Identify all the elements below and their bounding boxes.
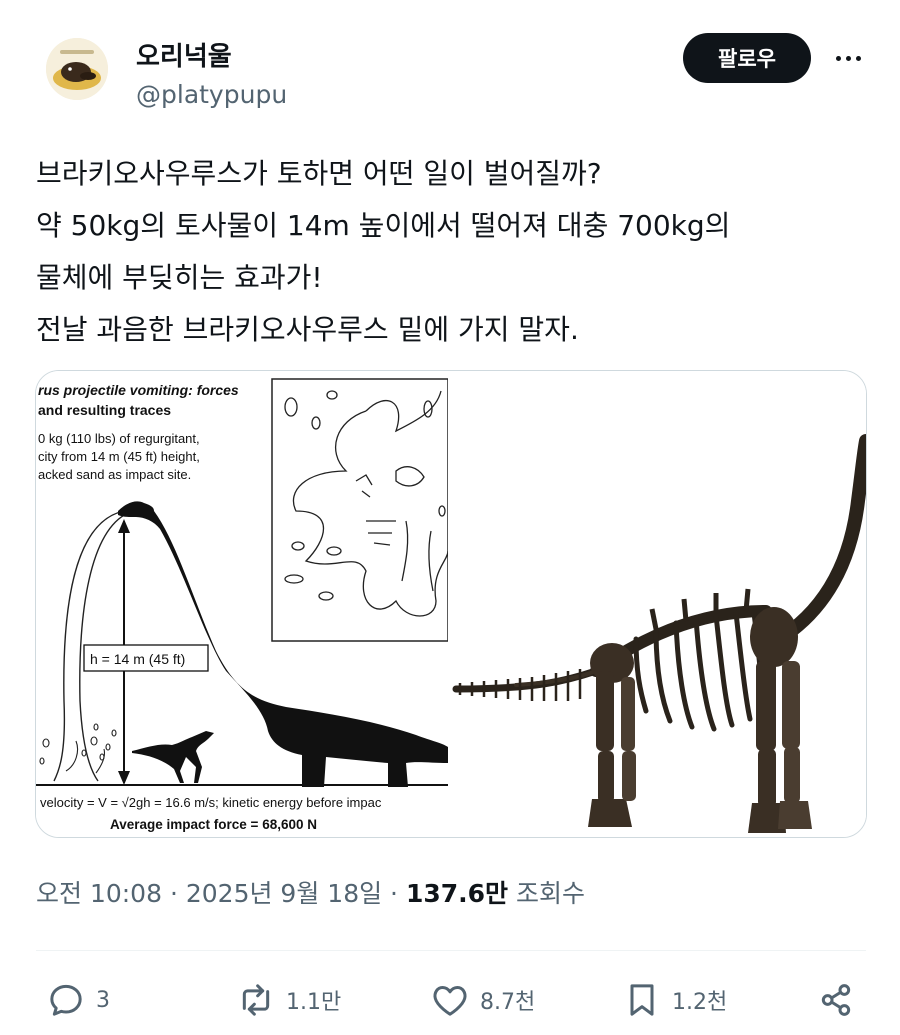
figure-desc-1: 0 kg (110 lbs) of regurgitant, — [38, 431, 200, 446]
reply-count: 3 — [96, 987, 110, 1013]
follow-button[interactable]: 팔로우 — [683, 33, 811, 83]
tweet-line: 약 50kg의 토사물이 14m 높이에서 떨어져 대충 700kg의 — [36, 209, 731, 242]
figure-title-2: and resulting traces — [38, 402, 171, 418]
share-button[interactable] — [816, 980, 856, 1020]
figure-desc-2: city from 14 m (45 ft) height, — [38, 449, 200, 464]
meta-separator: · — [390, 879, 406, 908]
tweet-line: 물체에 부딪히는 효과가! — [36, 261, 323, 294]
like-count: 8.7천 — [480, 990, 536, 1015]
tweet-date[interactable]: 2025년 9월 18일 — [186, 879, 382, 908]
repost-button[interactable]: 1.1만 — [236, 980, 341, 1020]
reply-button[interactable]: 3 — [46, 980, 110, 1020]
brachiosaurus-skeleton-photo — [448, 371, 866, 837]
share-icon — [821, 984, 851, 1016]
tweet-text: 브라키오사우루스가 토하면 어떤 일이 벌어질까? 약 50kg의 토사물이 1… — [36, 148, 876, 356]
meta-separator: · — [169, 879, 186, 908]
figure-desc-3: acked sand as impact site. — [38, 467, 191, 482]
more-options-icon[interactable] — [830, 44, 866, 72]
tweet-time[interactable]: 오전 10:08 — [36, 879, 162, 908]
figure-title-1: rus projectile vomiting: forces — [38, 382, 239, 398]
repost-count: 1.1만 — [286, 990, 342, 1015]
tweet-meta: 오전 10:08 · 2025년 9월 18일 · 137.6만 조회수 — [36, 874, 585, 910]
like-button[interactable]: 8.7천 — [430, 980, 535, 1020]
user-handle[interactable]: @platypupu — [136, 80, 287, 109]
tweet-line: 전날 과음한 브라키오사우루스 밑에 가지 말자. — [36, 313, 579, 346]
repost-icon — [242, 984, 270, 1016]
tweet-media[interactable]: rus projectile vomiting: forces and resu… — [35, 370, 867, 838]
bookmark-icon — [630, 984, 654, 1016]
views-count[interactable]: 137.6만 — [406, 879, 508, 908]
bookmark-button[interactable]: 1.2천 — [622, 980, 727, 1020]
vomit-diagram: rus projectile vomiting: forces and resu… — [36, 371, 449, 837]
avatar[interactable] — [46, 38, 108, 100]
height-label: h = 14 m (45 ft) — [90, 651, 185, 667]
action-bar: 3 1.1만 8.7천 1.2천 — [0, 970, 900, 1030]
trace-inset — [271, 378, 449, 642]
tweet-line: 브라키오사우루스가 토하면 어떤 일이 벌어질까? — [36, 157, 602, 190]
divider — [36, 950, 866, 951]
reply-icon — [50, 984, 82, 1016]
heart-icon — [433, 986, 467, 1016]
tweet-header: 오리넉울 @platypupu 팔로우 — [0, 0, 900, 130]
bookmark-count: 1.2천 — [672, 990, 728, 1015]
velocity-formula: velocity = V = √2gh = 16.6 m/s; kinetic … — [40, 795, 382, 810]
display-name[interactable]: 오리넉울 — [136, 36, 232, 73]
impact-force: Average impact force = 68,600 N — [110, 817, 317, 832]
views-label: 조회수 — [515, 879, 585, 908]
